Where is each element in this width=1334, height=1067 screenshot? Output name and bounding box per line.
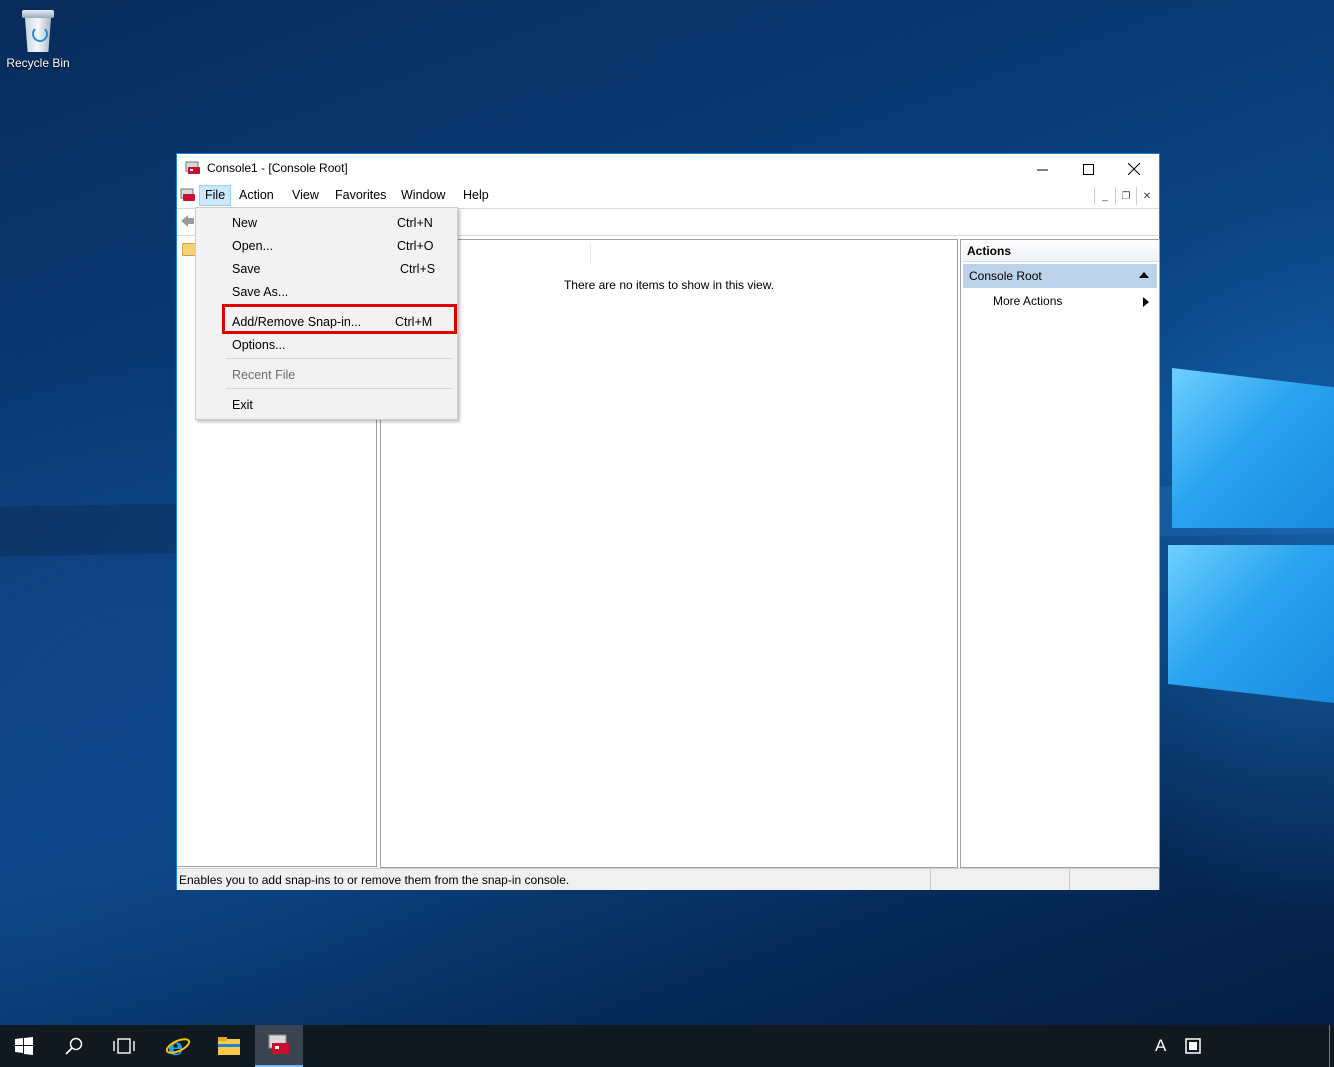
menu-item-recent-file: Recent File — [196, 363, 457, 385]
minimize-icon — [1036, 169, 1048, 170]
mmc-app-icon — [185, 161, 200, 174]
actions-section-label: Console Root — [969, 269, 1042, 283]
actions-section-console-root[interactable]: Console Root — [963, 264, 1157, 288]
results-pane[interactable]: There are no items to show in this view. — [380, 239, 958, 868]
menu-file[interactable]: File — [199, 185, 232, 206]
windows-logo-pane-bottom — [1168, 545, 1334, 703]
mmc-system-menu-icon[interactable] — [180, 188, 196, 202]
mmc-icon — [268, 1034, 289, 1054]
mmc-taskbar-button[interactable] — [255, 1025, 303, 1067]
menu-item-label: Exit — [232, 398, 253, 412]
menu-separator — [226, 358, 453, 359]
search-icon — [65, 1037, 83, 1055]
action-center-icon — [1185, 1038, 1201, 1054]
start-button[interactable] — [0, 1025, 48, 1067]
status-bar: Enables you to add snap-ins to or remove… — [177, 868, 1159, 890]
mdi-controls: _ ❐ ✕ — [1094, 187, 1157, 205]
close-button[interactable] — [1111, 154, 1157, 184]
mdi-restore-button[interactable]: ❐ — [1115, 187, 1136, 205]
windows-logo-pane-top — [1172, 368, 1334, 528]
task-view-button[interactable] — [100, 1025, 148, 1067]
close-icon — [1128, 163, 1140, 175]
submenu-arrow-icon — [1143, 297, 1149, 307]
recycle-bin-icon — [20, 10, 56, 52]
back-arrow-icon[interactable] — [181, 214, 195, 228]
internet-explorer-button[interactable]: e — [154, 1025, 202, 1067]
maximize-icon — [1082, 163, 1094, 175]
menu-help[interactable]: Help — [458, 186, 494, 205]
maximize-button[interactable] — [1065, 154, 1111, 184]
highlight-annotation-box — [222, 304, 457, 334]
menu-item-exit[interactable]: Exit — [196, 393, 457, 415]
file-explorer-button[interactable] — [205, 1025, 253, 1067]
menu-item-label: Open... — [232, 239, 273, 253]
menu-separator — [226, 388, 453, 389]
collapse-arrow-icon[interactable] — [1139, 272, 1149, 278]
notification-button[interactable] — [1180, 1025, 1206, 1067]
start-icon — [15, 1037, 33, 1055]
actions-header: Actions — [963, 242, 1159, 262]
status-text: Enables you to add snap-ins to or remove… — [179, 873, 570, 887]
menu-item-shortcut: Ctrl+N — [397, 216, 433, 230]
window-title: Console1 - [Console Root] — [207, 161, 348, 175]
menu-item-shortcut: Ctrl+S — [400, 262, 436, 276]
menu-item-new[interactable]: New Ctrl+N — [196, 211, 457, 233]
menu-action[interactable]: Action — [234, 186, 279, 205]
title-bar[interactable]: Console1 - [Console Root] — [177, 154, 1159, 184]
menu-bar: File Action View Favorites Window Help _… — [177, 184, 1159, 207]
column-header — [381, 240, 957, 267]
menu-item-label: Save As... — [232, 285, 289, 299]
mdi-close-button[interactable]: ✕ — [1136, 187, 1157, 205]
menu-item-save[interactable]: Save Ctrl+S — [196, 257, 457, 279]
ime-indicator[interactable]: A — [1155, 1036, 1166, 1056]
menu-item-label: New — [232, 216, 258, 230]
menu-favorites[interactable]: Favorites — [330, 186, 391, 205]
menu-view[interactable]: View — [287, 186, 324, 205]
taskbar: e A — [0, 1025, 1334, 1067]
search-button[interactable] — [50, 1025, 98, 1067]
show-desktop-button[interactable] — [1329, 1025, 1334, 1067]
recycle-bin-label: Recycle Bin — [6, 56, 70, 70]
minimize-button[interactable] — [1019, 154, 1065, 184]
internet-explorer-icon: e — [165, 1033, 191, 1059]
menu-item-shortcut: Ctrl+O — [397, 239, 434, 253]
file-explorer-icon — [218, 1037, 240, 1055]
actions-pane: Actions Console Root More Actions — [960, 239, 1160, 868]
task-view-icon — [113, 1038, 135, 1054]
menu-item-open[interactable]: Open... Ctrl+O — [196, 234, 457, 256]
menu-item-label: Recent File — [232, 368, 296, 382]
empty-view-message: There are no items to show in this view. — [563, 278, 775, 292]
mdi-minimize-button[interactable]: _ — [1094, 187, 1115, 205]
menu-window[interactable]: Window — [396, 186, 450, 205]
more-actions-item[interactable]: More Actions — [993, 294, 1062, 308]
recycle-bin[interactable]: Recycle Bin — [4, 6, 72, 70]
menu-item-label: Save — [232, 262, 261, 276]
menu-item-label: Options... — [232, 338, 286, 352]
menu-item-save-as[interactable]: Save As... — [196, 280, 457, 302]
menu-item-options[interactable]: Options... — [196, 333, 457, 355]
